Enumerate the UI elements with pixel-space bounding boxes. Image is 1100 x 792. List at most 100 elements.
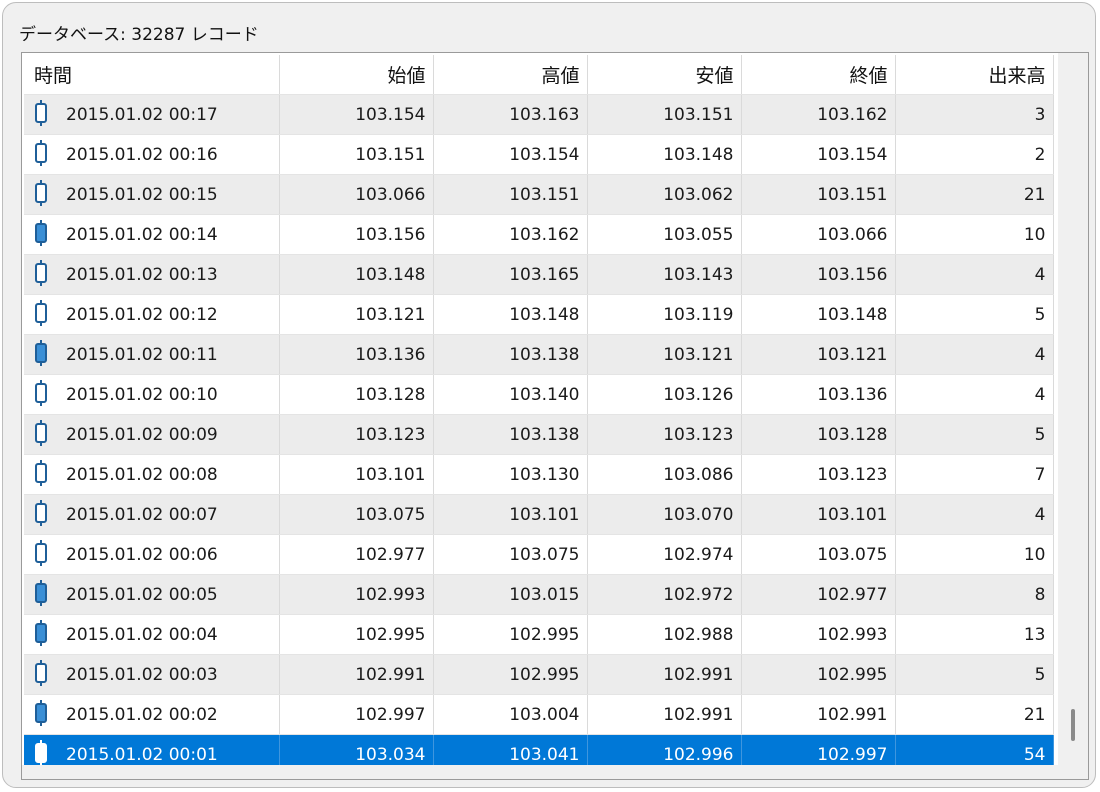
time-text: 2015.01.02 00:08 xyxy=(66,464,218,485)
table-row[interactable]: 2015.01.02 00:16 103.151 103.154 103.148 103… xyxy=(24,134,1054,175)
volume-cell: 5 xyxy=(895,654,1054,695)
volume-cell: 4 xyxy=(895,334,1054,375)
bullish-candle-icon xyxy=(35,179,47,206)
column-header-time[interactable]: 時間 xyxy=(24,55,280,95)
low-cell: 103.123 xyxy=(587,414,742,455)
bearish-candle-icon xyxy=(35,219,47,246)
volume-cell: 21 xyxy=(895,694,1054,735)
low-cell: 103.121 xyxy=(587,334,742,375)
high-cell: 103.163 xyxy=(433,94,588,135)
close-cell: 103.154 xyxy=(741,134,896,175)
close-cell: 103.162 xyxy=(741,94,896,135)
column-header-close[interactable]: 終値 xyxy=(741,55,896,95)
close-cell: 103.136 xyxy=(741,374,896,415)
close-cell: 102.995 xyxy=(741,654,896,695)
column-header-open[interactable]: 始値 xyxy=(279,55,434,95)
time-cell: 2015.01.02 00:16 xyxy=(24,134,280,175)
close-cell: 103.075 xyxy=(741,534,896,575)
bullish-candle-icon xyxy=(35,419,47,446)
volume-cell: 10 xyxy=(895,214,1054,255)
time-text: 2015.01.02 00:06 xyxy=(66,544,218,565)
open-cell: 102.993 xyxy=(279,574,434,615)
low-cell: 103.151 xyxy=(587,94,742,135)
close-cell: 103.148 xyxy=(741,294,896,335)
record-count-title: データベース: 32287 レコード xyxy=(19,25,259,45)
table-row[interactable]: 2015.01.02 00:07 103.075 103.101 103.070 103… xyxy=(24,494,1054,535)
column-header-high[interactable]: 高値 xyxy=(433,55,588,95)
bearish-candle-icon xyxy=(35,699,47,726)
close-cell: 103.151 xyxy=(741,174,896,215)
column-header-volume[interactable]: 出来高 xyxy=(895,55,1054,95)
bullish-candle-icon xyxy=(35,259,47,286)
table-row[interactable]: 2015.01.02 00:09 103.123 103.138 103.123 103… xyxy=(24,414,1054,455)
table-row[interactable]: 2015.01.02 00:15 103.066 103.151 103.062 103… xyxy=(24,174,1054,215)
time-text: 2015.01.02 00:05 xyxy=(66,584,218,605)
volume-cell: 10 xyxy=(895,534,1054,575)
database-groupbox: データベース: 32287 レコード 時間 始値 高値 安値 終値 出来高 20… xyxy=(2,2,1096,788)
volume-cell: 2 xyxy=(895,134,1054,175)
time-text: 2015.01.02 00:12 xyxy=(66,304,218,325)
volume-cell: 21 xyxy=(895,174,1054,215)
open-cell: 102.995 xyxy=(279,614,434,655)
close-cell: 103.121 xyxy=(741,334,896,375)
column-header-low[interactable]: 安値 xyxy=(587,55,742,95)
table-row[interactable]: 2015.01.02 00:11 103.136 103.138 103.121 103… xyxy=(24,334,1054,375)
bearish-candle-icon xyxy=(35,339,47,366)
time-cell: 2015.01.02 00:12 xyxy=(24,294,280,335)
table-row[interactable]: 2015.01.02 00:02 102.997 103.004 102.991 102… xyxy=(24,694,1054,735)
open-cell: 103.128 xyxy=(279,374,434,415)
low-cell: 102.974 xyxy=(587,534,742,575)
time-text: 2015.01.02 00:15 xyxy=(66,184,218,205)
table-body: 2015.01.02 00:17 103.154 103.163 103.151 103… xyxy=(24,94,1054,775)
low-cell: 102.991 xyxy=(587,654,742,695)
volume-cell: 5 xyxy=(895,294,1054,335)
low-cell: 103.126 xyxy=(587,374,742,415)
table-row[interactable]: 2015.01.02 00:08 103.101 103.130 103.086 103… xyxy=(24,454,1054,495)
bearish-candle-icon xyxy=(35,619,47,646)
grid-bottom-gap xyxy=(22,765,1060,779)
table-row[interactable]: 2015.01.02 00:05 102.993 103.015 102.972 102… xyxy=(24,574,1054,615)
time-text: 2015.01.02 00:14 xyxy=(66,224,218,245)
open-cell: 103.075 xyxy=(279,494,434,535)
table-row[interactable]: 2015.01.02 00:12 103.121 103.148 103.119 103… xyxy=(24,294,1054,335)
low-cell: 102.991 xyxy=(587,694,742,735)
bullish-candle-icon xyxy=(35,99,47,126)
volume-cell: 4 xyxy=(895,494,1054,535)
close-cell: 102.977 xyxy=(741,574,896,615)
high-cell: 103.130 xyxy=(433,454,588,495)
high-cell: 103.101 xyxy=(433,494,588,535)
table-row[interactable]: 2015.01.02 00:14 103.156 103.162 103.055 103… xyxy=(24,214,1054,255)
open-cell: 102.977 xyxy=(279,534,434,575)
open-cell: 103.121 xyxy=(279,294,434,335)
quotes-table: 時間 始値 高値 安値 終値 出来高 2015.01.02 00:17 103.1… xyxy=(24,55,1054,775)
table-row[interactable]: 2015.01.02 00:04 102.995 102.995 102.988 102… xyxy=(24,614,1054,655)
table-row[interactable]: 2015.01.02 00:06 102.977 103.075 102.974 103… xyxy=(24,534,1054,575)
table-row[interactable]: 2015.01.02 00:10 103.128 103.140 103.126 103… xyxy=(24,374,1054,415)
open-cell: 103.136 xyxy=(279,334,434,375)
time-text: 2015.01.02 00:09 xyxy=(66,424,218,445)
header-row: 時間 始値 高値 安値 終値 出来高 xyxy=(24,55,1054,95)
time-text: 2015.01.02 00:07 xyxy=(66,504,218,525)
bullish-candle-icon xyxy=(35,139,47,166)
high-cell: 102.995 xyxy=(433,654,588,695)
table-row[interactable]: 2015.01.02 00:03 102.991 102.995 102.991 102… xyxy=(24,654,1054,695)
quotes-grid[interactable]: 時間 始値 高値 安値 終値 出来高 2015.01.02 00:17 103.1… xyxy=(21,52,1089,780)
close-cell: 103.128 xyxy=(741,414,896,455)
time-cell: 2015.01.02 00:07 xyxy=(24,494,280,535)
high-cell: 103.154 xyxy=(433,134,588,175)
scrollbar-thumb[interactable] xyxy=(1071,709,1075,741)
time-cell: 2015.01.02 00:11 xyxy=(24,334,280,375)
time-cell: 2015.01.02 00:17 xyxy=(24,94,280,135)
time-text: 2015.01.02 00:16 xyxy=(66,144,218,165)
bullish-candle-icon xyxy=(35,499,47,526)
vertical-scrollbar[interactable] xyxy=(1058,53,1088,779)
table-row[interactable]: 2015.01.02 00:17 103.154 103.163 103.151 103… xyxy=(24,94,1054,135)
time-cell: 2015.01.02 00:13 xyxy=(24,254,280,295)
table-row[interactable]: 2015.01.02 00:13 103.148 103.165 103.143 103… xyxy=(24,254,1054,295)
low-cell: 102.972 xyxy=(587,574,742,615)
low-cell: 103.055 xyxy=(587,214,742,255)
high-cell: 103.075 xyxy=(433,534,588,575)
high-cell: 103.004 xyxy=(433,694,588,735)
bullish-candle-icon xyxy=(35,459,47,486)
high-cell: 103.138 xyxy=(433,334,588,375)
